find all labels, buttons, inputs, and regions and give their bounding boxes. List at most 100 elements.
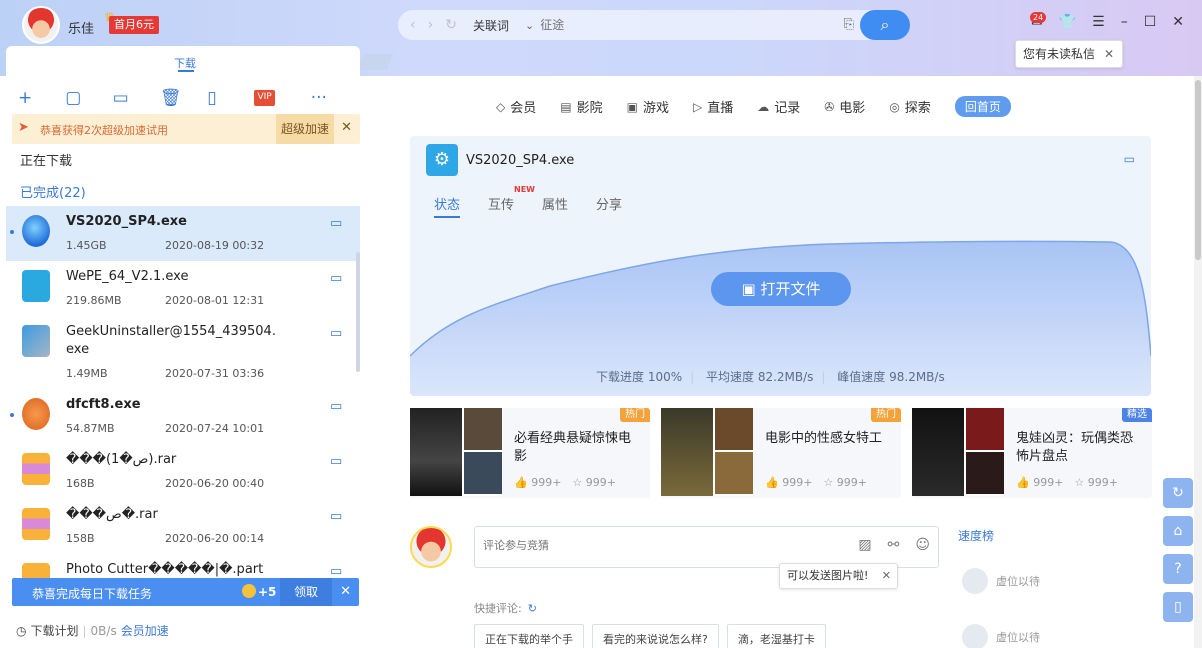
file-name: GeekUninstaller@1554_439504.: [66, 324, 276, 339]
vip-speedup-link[interactable]: 会员加速: [121, 622, 169, 639]
rec-card[interactable]: 热门 必看经典悬疑惊悚电影 👍 999+ ☆ 999+: [410, 408, 650, 498]
installer-icon: [22, 325, 50, 357]
search-type-select[interactable]: 关联词: [473, 17, 509, 34]
recommendations: 热门 必看经典悬疑惊悚电影 👍 999+ ☆ 999+ 热门 电影中的性感女特工…: [410, 408, 1152, 498]
section-downloading[interactable]: 正在下载: [20, 150, 72, 169]
minimize-button[interactable]: –: [1121, 14, 1128, 30]
search-button[interactable]: ⌕: [860, 10, 910, 40]
nav-item-vip[interactable]: ◇ 会员: [496, 97, 536, 117]
link-icon[interactable]: ⚯: [888, 537, 900, 553]
tab-transfer[interactable]: 互传: [488, 194, 514, 218]
super-speedup-button[interactable]: 超级加速: [276, 114, 334, 144]
list-item[interactable]: ���(1�ص).rar 168B 2020-06-20 00:40 ▭: [6, 444, 360, 499]
forward-icon[interactable]: ›: [428, 17, 434, 33]
current-speed: 0B/s: [90, 623, 117, 638]
nav-item-explore[interactable]: ◎ 探索: [889, 97, 931, 117]
tab-properties[interactable]: 属性: [542, 194, 568, 218]
close-icon[interactable]: ✕: [882, 564, 891, 588]
avg-speed-text: 平均速度 82.2MB/s: [706, 370, 814, 384]
close-icon[interactable]: ✕: [340, 584, 351, 599]
package-icon: [22, 398, 50, 430]
nav-item-movies[interactable]: ✇ 电影: [824, 97, 865, 117]
list-item[interactable]: GeekUninstaller@1554_439504. exe 1.49MB …: [6, 316, 360, 389]
open-file-button[interactable]: ▣ 打开文件: [711, 272, 851, 306]
film-icon: ▤: [560, 99, 572, 114]
home-button[interactable]: 回首页: [954, 96, 1011, 117]
file-icon[interactable]: ▢: [65, 88, 112, 108]
file-size: 1.49MB: [66, 367, 108, 380]
list-item[interactable]: dfcft8.exe 54.87MB 2020-07-24 10:01 ▭: [6, 389, 360, 444]
maximize-button[interactable]: ☐: [1144, 14, 1157, 30]
search-input[interactable]: [540, 18, 791, 32]
home-icon[interactable]: ⌂: [1163, 516, 1193, 546]
comment-box[interactable]: ▨ ⚯ ☺: [474, 526, 939, 568]
skin-icon[interactable]: 👕: [1059, 14, 1076, 30]
hot-badge: 热门: [620, 408, 650, 422]
folder-icon[interactable]: ▭: [330, 564, 342, 579]
quick-comment-chip[interactable]: 滴，老湿基打卡: [726, 624, 826, 648]
section-completed[interactable]: 已完成(22): [20, 182, 86, 201]
vip-offer-badge[interactable]: 首月6元: [109, 16, 159, 34]
image-icon[interactable]: ▨: [858, 537, 871, 553]
promo-text: 恭喜获得2次超级加速试用: [40, 124, 168, 137]
rank-item: 虚位以待: [962, 568, 1040, 594]
back-icon[interactable]: ‹: [410, 17, 416, 33]
refresh-icon[interactable]: ↻: [1163, 478, 1193, 508]
quick-comment-chip[interactable]: 看完的来说说怎么样?: [592, 624, 719, 648]
list-item[interactable]: WePE_64_V2.1.exe 219.86MB 2020-08-01 12:…: [6, 261, 360, 316]
folder-icon[interactable]: ▭: [113, 88, 160, 108]
folder-icon[interactable]: ▭: [330, 454, 342, 469]
list-item[interactable]: VS2020_SP4.exe 1.45GB 2020-08-19 00:32 ▭: [6, 206, 360, 261]
phone-icon[interactable]: ▯: [207, 88, 254, 108]
download-plan-link[interactable]: 下载计划: [30, 622, 78, 639]
folder-icon[interactable]: ▭: [330, 399, 342, 414]
emoji-icon[interactable]: ☺: [915, 537, 930, 553]
add-icon[interactable]: +: [18, 88, 65, 108]
close-icon[interactable]: ✕: [341, 120, 352, 135]
folder-icon[interactable]: ▭: [330, 271, 342, 286]
scroll-thumb[interactable]: [1195, 80, 1201, 260]
chevron-down-icon[interactable]: ⌄: [525, 19, 534, 32]
rec-card[interactable]: 热门 电影中的性感女特工 👍 999+ ☆ 999+: [661, 408, 901, 498]
vip-button[interactable]: VIP: [254, 90, 275, 106]
trash-icon[interactable]: 🗑: [160, 88, 207, 108]
folder-icon[interactable]: ▭: [330, 509, 342, 524]
background-tab[interactable]: [357, 54, 393, 70]
image-tip-text: 可以发送图片啦!: [787, 569, 869, 582]
main-scrollbar[interactable]: [1194, 76, 1202, 648]
phone-icon[interactable]: ▯: [1163, 592, 1193, 622]
nav-item-cinema[interactable]: ▤ 影院: [560, 97, 602, 117]
menu-icon[interactable]: ☰: [1092, 14, 1105, 30]
file-icon: ▣: [741, 280, 761, 298]
file-name: ���ص�.rar: [66, 507, 158, 522]
rec-card[interactable]: 精选 鬼娃凶灵：玩偶类恐怖片盘点 👍 999+ ☆ 999+: [912, 408, 1152, 498]
username[interactable]: 乐佳: [68, 18, 94, 37]
nav-item-history[interactable]: ☁ 记录: [757, 97, 800, 117]
folder-icon[interactable]: ▭: [330, 326, 342, 341]
refresh-icon[interactable]: ↻: [528, 602, 537, 615]
tab-download[interactable]: 下载: [174, 55, 196, 71]
nav-item-live[interactable]: ▷ 直播: [693, 97, 733, 117]
claim-button[interactable]: 领取: [280, 578, 332, 606]
tab-share[interactable]: 分享: [596, 194, 622, 218]
file-size: 219.86MB: [66, 294, 122, 307]
help-icon[interactable]: ?: [1163, 554, 1193, 584]
more-icon[interactable]: ···: [311, 88, 358, 108]
comment-tools: ▨ ⚯ ☺: [858, 537, 930, 553]
nav-item-games[interactable]: ▣ 游戏: [626, 97, 669, 117]
quick-comment-chip[interactable]: 正在下载的举个手: [474, 624, 584, 648]
cloud-icon: ☁: [757, 99, 770, 114]
gamepad-icon: ▣: [626, 99, 638, 114]
list-item[interactable]: ���ص�.rar 158B 2020-06-20 00:14 ▭: [6, 499, 360, 554]
clipboard-icon[interactable]: ⎘: [844, 17, 854, 32]
refresh-icon[interactable]: ↻: [445, 17, 457, 33]
folder-icon[interactable]: ▭: [1124, 152, 1135, 166]
user-avatar[interactable]: [22, 6, 60, 44]
tab-status[interactable]: 状态: [434, 194, 461, 218]
close-icon[interactable]: ✕: [1104, 41, 1114, 67]
close-button[interactable]: ✕: [1172, 14, 1184, 30]
coin-icon: [242, 584, 256, 598]
comment-input[interactable]: [483, 539, 783, 552]
folder-icon[interactable]: ▭: [330, 216, 342, 231]
status-footer: ◷ 下载计划 | 0B/s 会员加速: [16, 622, 169, 639]
